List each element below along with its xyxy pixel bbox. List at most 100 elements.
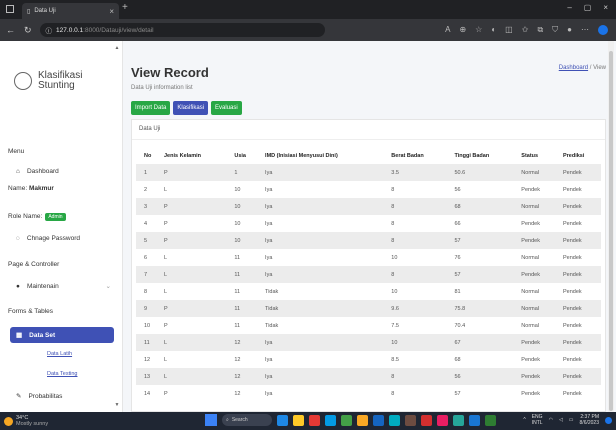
grid-icon: ▦ [16,332,23,339]
window-menu-icon[interactable] [6,5,14,13]
sidebar-subitem-data-latih[interactable]: Data Latih [47,351,72,357]
breadcrumb-current: / View [588,65,606,71]
section-forms-tables: Forms & Tables [8,308,54,315]
table-cell: 10 [234,186,241,193]
table-cell: Iya [265,356,273,363]
zoom-icon[interactable]: ⊕ [459,25,466,35]
window-close-button[interactable]: × [603,3,608,12]
app-icon-3[interactable] [309,414,320,426]
scrollbar-thumb[interactable] [609,51,613,411]
table-cell: P [164,390,168,397]
read-aloud-icon[interactable]: A [445,25,450,35]
table-cell: 7 [144,271,148,278]
name-value: Makmur [28,185,54,192]
scroll-up-arrow[interactable]: ▲ [114,45,120,51]
table-cell: Normal [521,169,540,176]
app-icon-8[interactable] [389,414,400,426]
maximize-button[interactable]: ▢ [584,3,592,12]
table-cell: 12 [234,356,241,363]
chevron-up-icon[interactable]: ^ [523,417,525,423]
sidebar-item-label: Probabilitas [28,392,63,400]
role-badge: Admin [45,213,66,221]
brand-line-2: Stunting [38,80,75,91]
minimize-button[interactable]: – [567,3,571,12]
table-row: 4 P 10 Iya 8 66 Pendek Pendek [136,215,601,232]
sidebar-item-label: Data Set [29,331,56,339]
table-cell: 66 [454,220,461,227]
column-header: Status [521,152,539,159]
tab-title: Data Uji [34,8,56,14]
taskbar-search[interactable]: ⌕ Search [222,414,272,426]
breadcrumb: Dashboard / View [559,65,606,71]
battery-icon[interactable]: ▭ [569,417,574,423]
vscode-icon[interactable] [469,414,480,426]
app-icon-9[interactable] [405,414,416,426]
copilot-icon[interactable] [598,25,608,35]
excel-icon[interactable] [485,414,496,426]
table-cell: P [164,203,168,210]
browser-tab[interactable]: ▯ Data Uji × [22,3,119,19]
table-cell: Pendek [521,356,540,363]
table-cell: 68 [454,203,461,210]
table-cell: 76 [454,254,461,261]
wifi-icon[interactable]: ◠ [549,417,553,423]
table-cell: 10 [391,254,398,261]
sidebar-item-data-set[interactable]: ▦ Data Set [10,327,114,343]
favorite-icon[interactable]: ☆ [475,25,482,35]
table-cell: L [164,288,168,295]
reload-icon[interactable]: ↻ [24,25,32,36]
import-data-button[interactable]: Import Data [131,101,171,115]
sidebar-scrollbar[interactable]: ▲ ▼ [114,45,120,408]
collections-icon[interactable]: ⧉ [537,25,543,35]
sidebar-item-dashboard[interactable]: ⌂ Dashboard [16,168,59,175]
table-cell: 14 [144,390,151,397]
weather-widget[interactable]: 34°C Mostly sunny [4,415,48,427]
volume-icon[interactable]: ◁ [559,417,563,423]
app-icon-11[interactable] [437,414,448,426]
sidebar-item-probabilitas[interactable]: ✎ Probabilitas [16,392,63,401]
windows-start-icon[interactable] [205,414,217,426]
table-cell: L [164,186,168,193]
table-cell: Normal [521,305,540,312]
edge-icon[interactable] [325,414,336,426]
section-page-controller: Page & Controller [8,261,60,268]
back-icon[interactable]: ← [6,25,15,36]
url-field[interactable]: ⓘ 127.0.0.1:8000/Datauji/view/detail [39,23,325,37]
table-cell: P [164,169,168,176]
evaluasi-button[interactable]: Evaluasi [211,101,242,115]
page-scrollbar[interactable] [608,41,614,412]
extension-icon[interactable]: ◐ [491,25,496,35]
table-cell: 8 [391,271,395,278]
close-tab-icon[interactable]: × [109,7,114,16]
notification-icon[interactable] [605,416,612,424]
file-explorer-icon[interactable] [293,414,304,426]
sidebar-item-change-password[interactable]: ◌ Chnage Password [16,235,80,242]
table-cell: Pendek [562,339,582,346]
new-tab-button[interactable]: + [122,2,128,13]
favorites-bar-icon[interactable]: ✩ [522,25,529,35]
app-icon-5[interactable] [341,414,352,426]
column-header: Tinggi Badan [454,152,490,159]
brand[interactable]: Klasifikasi Stunting [14,71,82,91]
app-icon-10[interactable] [421,414,432,426]
profile-icon[interactable]: ● [567,25,572,35]
app-icon-7[interactable] [373,414,384,426]
table-cell: 8 [391,390,395,397]
scroll-down-arrow[interactable]: ▼ [114,402,120,408]
table-cell: Pendek [521,271,540,278]
klasifikasi-button[interactable]: Klasifikasi [173,101,209,115]
shield-icon[interactable]: ⛉ [552,25,558,35]
sidebar-item-maintenain[interactable]: ● Maintenain ⌄ [16,282,111,291]
app-icon-12[interactable] [453,414,464,426]
app-icon-6[interactable] [357,414,368,426]
more-icon[interactable]: ⋯ [581,25,589,35]
app-icon-1[interactable] [277,414,288,426]
table-cell: 4 [144,220,148,227]
table-cell: Tidak [265,305,279,312]
sidebar-subitem-data-testing[interactable]: Data Testing [47,371,77,377]
table-cell: Pendek [521,339,540,346]
site-info-icon[interactable]: ⓘ [46,25,53,35]
region-label: INTL [531,420,543,426]
split-screen-icon[interactable]: ◫ [505,25,513,35]
breadcrumb-dashboard-link[interactable]: Dashboard [559,65,588,71]
